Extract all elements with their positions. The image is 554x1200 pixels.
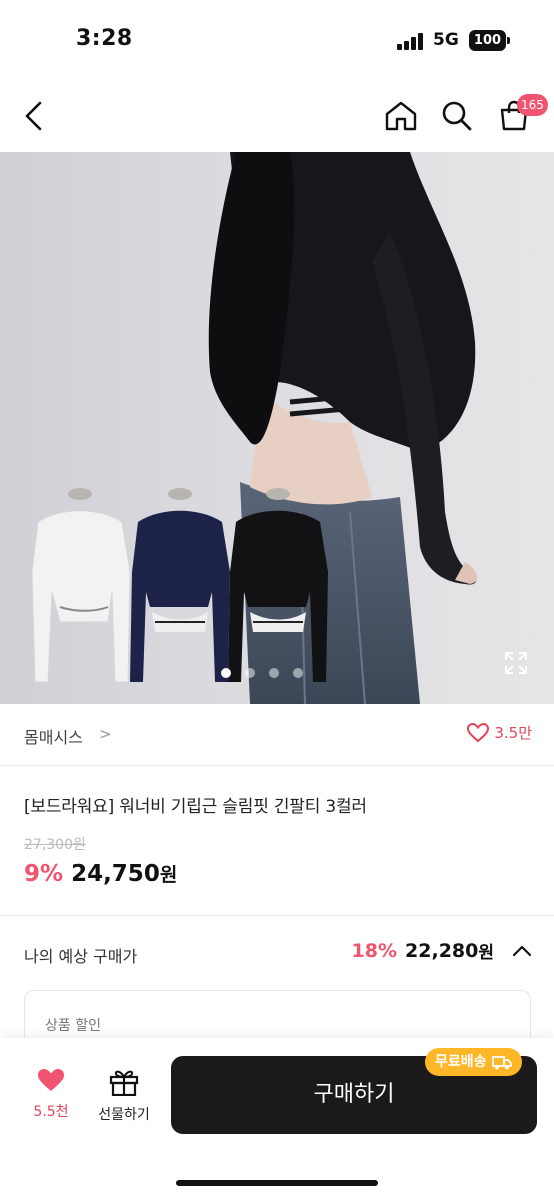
battery-tip bbox=[507, 37, 510, 44]
original-price: 27,300원 bbox=[24, 837, 86, 853]
wish-count: 5.5천 bbox=[33, 1104, 69, 1120]
free-shipping-label: 무료배송 bbox=[435, 1054, 487, 1070]
gift-button[interactable]: 선물하기 bbox=[92, 1068, 156, 1128]
status-time: 3:28 bbox=[76, 26, 133, 51]
like-count: 3.5만 bbox=[494, 724, 532, 742]
slide-dot[interactable] bbox=[221, 668, 231, 678]
product-title: [보드라워요] 워너비 기립근 슬림핏 긴팔티 3컬러 bbox=[24, 797, 367, 817]
cart-count-badge: 165 bbox=[517, 94, 548, 116]
bottom-action-bar: 5.5천 선물하기 구매하기 무료배송 bbox=[0, 1038, 554, 1200]
slide-dot[interactable] bbox=[293, 668, 303, 678]
expected-price-toggle[interactable]: 18% 22,280 원 bbox=[352, 938, 532, 963]
divider bbox=[0, 915, 554, 916]
expand-button[interactable] bbox=[503, 650, 529, 676]
truck-icon bbox=[491, 1055, 512, 1069]
home-button[interactable] bbox=[379, 94, 423, 138]
discount-rate: 9% bbox=[24, 861, 64, 887]
heart-icon bbox=[38, 1069, 64, 1091]
nav-header bbox=[0, 80, 554, 152]
search-button[interactable] bbox=[435, 94, 479, 138]
chevron-right-icon: > bbox=[99, 725, 112, 743]
expected-price: 22,280 bbox=[405, 939, 479, 962]
chevron-up-icon bbox=[512, 945, 532, 956]
like-button[interactable]: 3.5만 bbox=[467, 722, 532, 743]
sale-price-unit: 원 bbox=[159, 864, 178, 886]
back-icon bbox=[25, 101, 42, 131]
product-photo bbox=[0, 152, 554, 704]
price-row: 9% 24,750 원 bbox=[24, 860, 177, 887]
gift-icon bbox=[109, 1070, 139, 1097]
sale-price: 24,750 bbox=[71, 861, 160, 887]
home-indicator bbox=[176, 1180, 378, 1186]
slide-dot[interactable] bbox=[269, 668, 279, 678]
slide-indicator bbox=[0, 668, 554, 678]
expected-discount: 18% bbox=[351, 939, 398, 962]
gift-label: 선물하기 bbox=[98, 1107, 150, 1123]
product-image[interactable] bbox=[0, 152, 554, 704]
network-label: 5G bbox=[433, 30, 459, 50]
back-button[interactable] bbox=[12, 94, 56, 138]
heart-outline-icon bbox=[467, 722, 490, 742]
expected-price-unit: 원 bbox=[478, 943, 494, 963]
product-discount-label: 상품 할인 bbox=[45, 1018, 101, 1034]
signal-icon bbox=[397, 32, 427, 50]
brand-link[interactable]: 몸매시스 bbox=[24, 724, 83, 748]
free-shipping-badge: 무료배송 bbox=[425, 1048, 522, 1076]
status-bar: 3:28 5G 100 bbox=[0, 0, 554, 80]
expected-price-label: 나의 예상 구매가 bbox=[24, 947, 138, 966]
expand-icon bbox=[505, 652, 527, 674]
home-icon bbox=[385, 101, 417, 131]
battery-icon: 100 bbox=[469, 30, 506, 51]
search-icon bbox=[442, 101, 472, 131]
brand-row: 몸매시스 > 3.5만 bbox=[0, 704, 554, 766]
slide-dot[interactable] bbox=[245, 668, 255, 678]
wishlist-button[interactable]: 5.5천 bbox=[24, 1068, 78, 1128]
